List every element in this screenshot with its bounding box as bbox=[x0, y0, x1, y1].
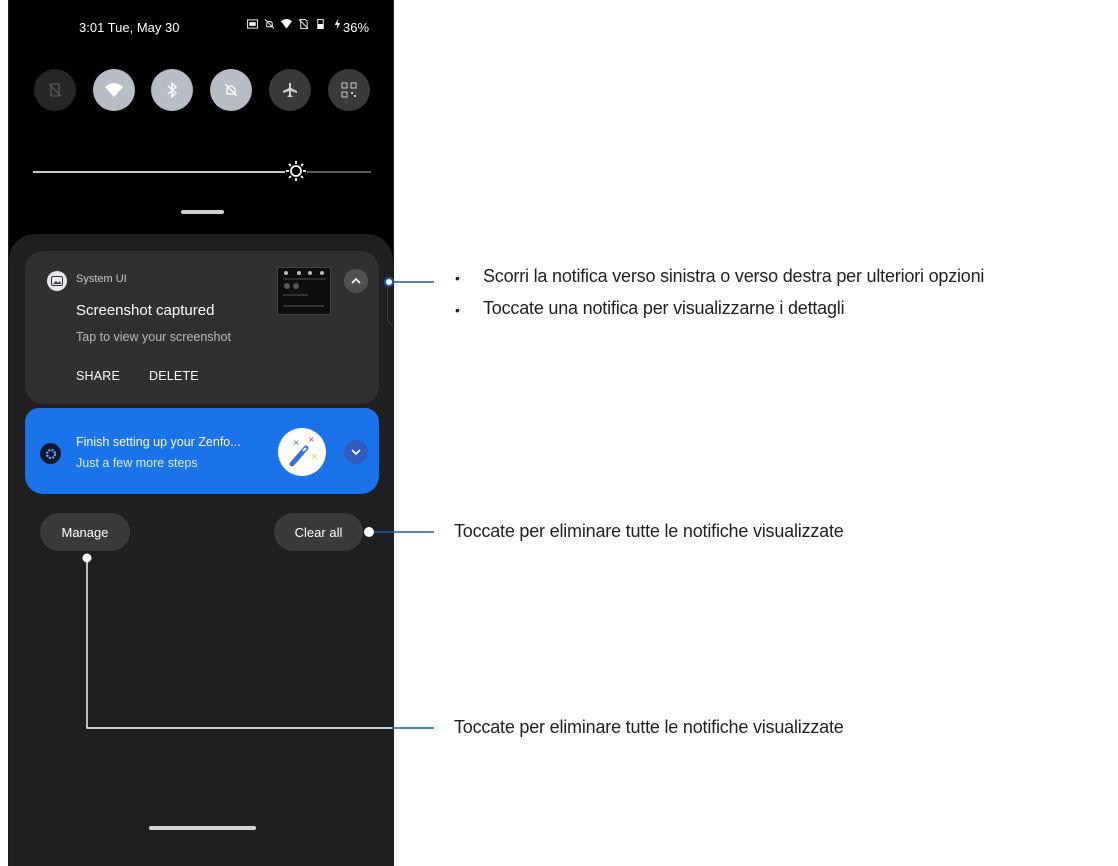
annotation-manage: Toccate per eliminare tutte le notifiche… bbox=[454, 717, 844, 737]
notification-text: Tap to view your screenshot bbox=[76, 330, 231, 344]
svg-text:×: × bbox=[308, 435, 315, 444]
svg-text:×: × bbox=[311, 452, 318, 461]
wifi-icon bbox=[105, 83, 123, 97]
svg-text:×: × bbox=[293, 438, 300, 447]
notification-title: Screenshot captured bbox=[76, 302, 215, 319]
delete-button[interactable]: DELETE bbox=[149, 369, 199, 383]
rotation-off-icon bbox=[48, 83, 62, 97]
settings-icon bbox=[40, 443, 61, 464]
annotation-tap-details: Toccate una notifica per visualizzarne i… bbox=[483, 298, 845, 318]
chevron-up-icon bbox=[351, 278, 361, 284]
bullet-dot: • bbox=[455, 302, 460, 318]
annotation-swipe-options: Scorri la notifica verso sinistra o vers… bbox=[483, 266, 985, 286]
screenshot-notification[interactable]: System UI Screenshot captured Tap to vie… bbox=[25, 251, 379, 404]
bell-off-icon bbox=[224, 83, 238, 97]
battery-percent: 36% bbox=[343, 20, 370, 35]
status-time: 3:01 Tue, May 30 bbox=[79, 20, 180, 35]
airplane-tile[interactable] bbox=[269, 69, 311, 111]
qr-scanner-tile[interactable] bbox=[328, 69, 370, 111]
battery-icon bbox=[317, 18, 324, 30]
bullet-dot: • bbox=[455, 270, 460, 286]
screen-rotation-tile[interactable] bbox=[34, 69, 76, 111]
image-icon bbox=[51, 276, 63, 286]
gesture-nav-bar[interactable] bbox=[149, 826, 256, 830]
dnd-tile[interactable] bbox=[210, 69, 252, 111]
charging-icon bbox=[334, 18, 341, 30]
manage-button[interactable]: Manage bbox=[40, 513, 130, 551]
brightness-track-filled bbox=[33, 171, 285, 173]
brightness-track-empty bbox=[307, 171, 371, 173]
expand-button[interactable] bbox=[344, 440, 368, 464]
qr-code-icon bbox=[341, 82, 357, 98]
system-ui-app-icon bbox=[47, 271, 67, 291]
shade-drag-handle[interactable] bbox=[181, 210, 224, 214]
bluetooth-tile[interactable] bbox=[151, 69, 193, 111]
brightness-sun-icon[interactable] bbox=[285, 160, 307, 182]
share-button[interactable]: SHARE bbox=[76, 369, 120, 383]
wifi-tile[interactable] bbox=[93, 69, 135, 111]
quick-settings-row bbox=[9, 69, 393, 113]
magic-wand-icon: × × × bbox=[278, 428, 326, 476]
no-sim-icon bbox=[298, 18, 309, 30]
nfc-icon bbox=[247, 19, 258, 29]
phone-screen: 3:01 Tue, May 30 36% System UI Screensho… bbox=[8, 0, 394, 866]
status-icons bbox=[247, 18, 343, 30]
annotation-clear-all: Toccate per eliminare tutte le notifiche… bbox=[454, 521, 844, 541]
notification-swipe-edge bbox=[387, 283, 393, 325]
setup-notification[interactable]: Finish setting up your Zenfo... Just a f… bbox=[25, 408, 379, 494]
screenshot-thumbnail[interactable] bbox=[277, 267, 331, 315]
brightness-slider[interactable] bbox=[33, 161, 371, 181]
dnd-off-icon bbox=[264, 19, 275, 29]
bluetooth-icon bbox=[167, 82, 178, 98]
setup-notification-text: Just a few more steps bbox=[76, 456, 198, 470]
wifi-status-icon bbox=[281, 18, 292, 29]
chevron-down-icon bbox=[351, 449, 361, 455]
airplane-icon bbox=[283, 83, 297, 97]
collapse-button[interactable] bbox=[344, 269, 368, 293]
clear-all-button[interactable]: Clear all bbox=[274, 513, 363, 551]
setup-notification-title: Finish setting up your Zenfo... bbox=[76, 435, 241, 449]
notification-app-name: System UI bbox=[76, 273, 127, 285]
status-bar: 3:01 Tue, May 30 36% bbox=[9, 18, 393, 40]
